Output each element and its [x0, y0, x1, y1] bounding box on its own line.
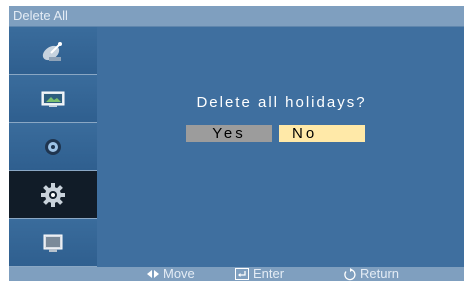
confirm-question: Delete all holidays? [196, 94, 367, 111]
return-hint: Return [343, 267, 399, 281]
picture-icon [40, 89, 66, 109]
yes-button[interactable]: Yes [186, 125, 272, 142]
move-hint: Move [147, 267, 195, 281]
input-source-icon [41, 232, 65, 254]
enter-hint: Enter [235, 267, 284, 281]
return-label: Return [360, 266, 400, 281]
footer-hints: Move Enter Return [9, 267, 464, 281]
dialog-area: Delete all holidays? Yes No [99, 27, 464, 267]
return-icon [343, 267, 356, 281]
sound-icon [42, 136, 64, 158]
enter-label: Enter [253, 266, 285, 281]
sidebar-menu [9, 27, 97, 267]
sidebar-item-channel[interactable] [9, 27, 97, 75]
enter-icon [235, 268, 249, 280]
satellite-dish-icon [40, 39, 66, 63]
title-bar: Delete All [9, 6, 464, 27]
window-title: Delete All [13, 8, 68, 23]
move-label: Move [163, 266, 195, 281]
move-arrows-icon [147, 269, 159, 279]
sidebar-item-picture[interactable] [9, 75, 97, 123]
osd-window: Delete All Delete all holidays? Yes No M… [9, 6, 464, 281]
settings-gear-icon [40, 182, 66, 208]
sidebar-item-input[interactable] [9, 219, 97, 267]
sidebar-item-sound[interactable] [9, 123, 97, 171]
sidebar-item-setup[interactable] [9, 171, 97, 219]
no-button[interactable]: No [279, 125, 365, 142]
